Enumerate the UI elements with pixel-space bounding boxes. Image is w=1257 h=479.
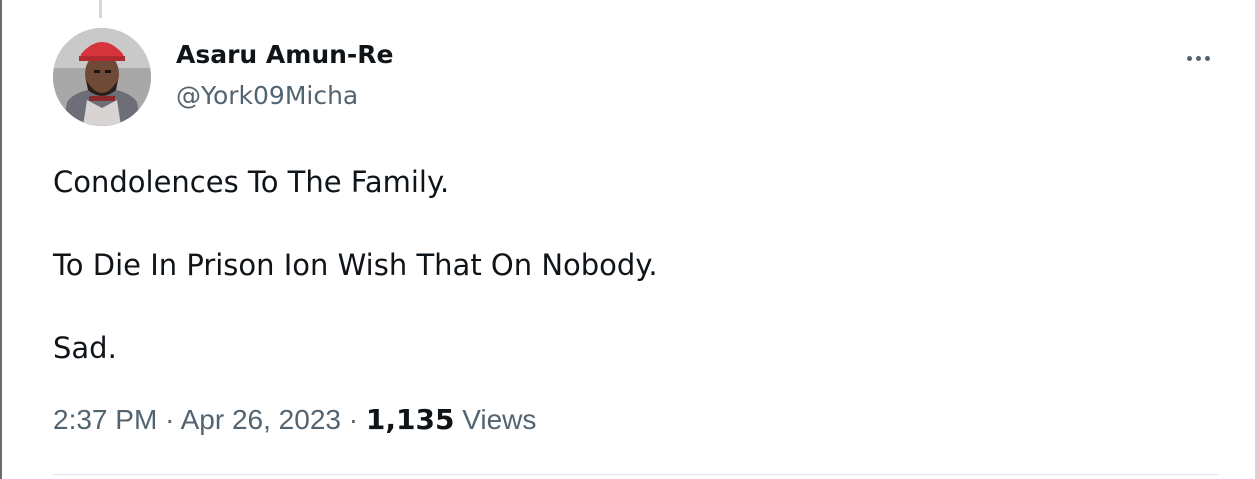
thread-connector-line — [99, 0, 102, 18]
author-handle[interactable]: @York09Micha — [176, 79, 358, 113]
more-horizontal-icon — [1185, 46, 1212, 65]
window-left-border — [0, 0, 2, 479]
tweet-date[interactable]: Apr 26, 2023 — [181, 404, 341, 435]
more-options-button[interactable] — [1174, 38, 1222, 72]
author-display-name[interactable]: Asaru Amun-Re — [176, 38, 394, 72]
user-avatar-photo-icon — [53, 28, 151, 126]
tweet-time[interactable]: 2:37 PM — [53, 404, 157, 435]
views-count[interactable]: 1,135 — [366, 403, 455, 436]
section-divider — [53, 474, 1218, 475]
views-label[interactable]: Views — [462, 404, 536, 435]
avatar[interactable] — [53, 28, 151, 126]
tweet-text-line-3: Sad. — [53, 331, 117, 365]
tweet-text-line-2: To Die In Prison Ion Wish That On Nobody… — [53, 248, 658, 282]
tweet-text-line-1: Condolences To The Family. — [53, 165, 450, 199]
meta-separator: · — [165, 404, 175, 435]
tweet-meta: 2:37 PM · Apr 26, 2023 · 1,135 Views — [53, 400, 536, 440]
meta-separator: · — [348, 404, 359, 435]
